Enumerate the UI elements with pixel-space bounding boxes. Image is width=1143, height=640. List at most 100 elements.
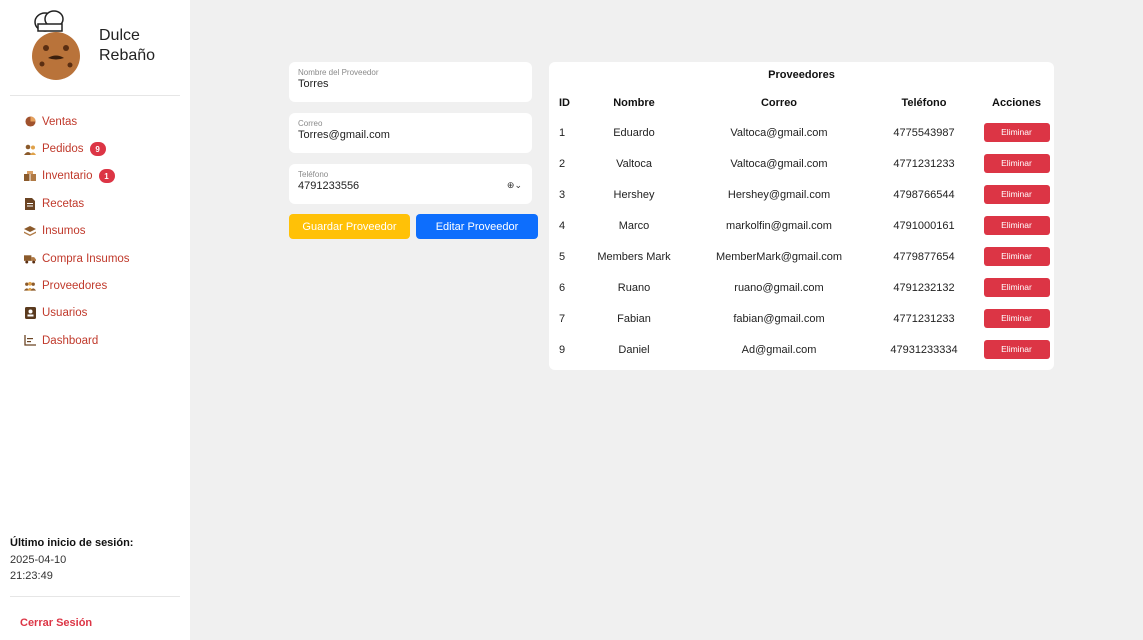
provider-phone-input[interactable] bbox=[298, 180, 498, 192]
pedidos-count-badge: 9 bbox=[89, 142, 106, 157]
cell-telefono: 4771231233 bbox=[893, 312, 955, 325]
sidebar-item-label: Pedidos bbox=[42, 143, 84, 156]
cell-nombre: Eduardo bbox=[613, 126, 655, 139]
sidebar-nav: Ventas Pedidos 9 Inventario 1 Recetas In… bbox=[24, 108, 130, 355]
cell-acciones: Eliminar bbox=[979, 117, 1054, 148]
delete-button[interactable]: Eliminar bbox=[983, 309, 1050, 328]
table-header-row: ID Nombre Correo Teléfono Acciones bbox=[549, 89, 1054, 117]
delete-button[interactable]: Eliminar bbox=[983, 123, 1050, 142]
column-header-nombre: Nombre bbox=[613, 97, 655, 109]
cell-correo: Ad@gmail.com bbox=[741, 343, 817, 356]
sidebar-item-compra-insumos[interactable]: Compra Insumos bbox=[24, 245, 130, 272]
brand-name-line1: Dulce bbox=[99, 27, 140, 44]
cell-id: 3 bbox=[559, 188, 566, 201]
cell-correo: Valtoca@gmail.com bbox=[730, 157, 828, 170]
sidebar: Dulce Rebaño Ventas Pedidos 9 Inventario… bbox=[0, 0, 190, 640]
provider-name-field[interactable]: Nombre del Proveedor bbox=[289, 62, 532, 102]
cell-telefono: 4771231233 bbox=[893, 157, 955, 170]
provider-name-label: Nombre del Proveedor bbox=[298, 68, 379, 77]
cell-id: 5 bbox=[559, 250, 566, 263]
inventario-count-badge: 1 bbox=[98, 169, 115, 184]
sidebar-item-label: Ventas bbox=[42, 115, 78, 128]
table-row: 2 Valtoca Valtoca@gmail.com 4771231233 E… bbox=[549, 148, 1054, 179]
cell-acciones: Eliminar bbox=[979, 148, 1054, 179]
document-icon bbox=[24, 197, 36, 210]
table-row: 1 Eduardo Valtoca@gmail.com 4775543987 E… bbox=[549, 117, 1054, 148]
id-card-icon bbox=[24, 307, 36, 320]
cell-telefono: 4791000161 bbox=[893, 219, 955, 232]
provider-phone-field[interactable]: Teléfono ⊕⌄ bbox=[289, 164, 532, 204]
logout-link[interactable]: Cerrar Sesión bbox=[20, 617, 92, 629]
column-header-correo: Correo bbox=[760, 97, 798, 109]
provider-email-label: Correo bbox=[298, 119, 323, 128]
sidebar-item-insumos[interactable]: Insumos bbox=[24, 218, 130, 245]
cell-telefono: 47931233334 bbox=[890, 343, 958, 356]
cell-id: 6 bbox=[559, 281, 566, 294]
brand-name-line2: Rebaño bbox=[99, 47, 156, 64]
sidebar-item-dashboard[interactable]: Dashboard bbox=[24, 327, 130, 354]
column-header-acciones: Acciones bbox=[992, 97, 1041, 109]
sidebar-item-ventas[interactable]: Ventas bbox=[24, 108, 130, 135]
column-header-telefono: Teléfono bbox=[901, 97, 947, 109]
last-login-time: 21:23:49 bbox=[10, 570, 53, 582]
sidebar-item-label: Inventario bbox=[42, 170, 93, 183]
delete-button[interactable]: Eliminar bbox=[983, 340, 1050, 359]
cell-acciones: Eliminar bbox=[979, 179, 1054, 210]
cell-telefono: 4779877654 bbox=[893, 250, 955, 263]
delete-button[interactable]: Eliminar bbox=[983, 216, 1050, 235]
sidebar-item-label: Insumos bbox=[42, 225, 86, 238]
table-row: 4 Marco markolfin@gmail.com 4791000161 E… bbox=[549, 210, 1054, 241]
cell-acciones: Eliminar bbox=[979, 241, 1054, 272]
cell-nombre: Ruano bbox=[617, 281, 651, 294]
sidebar-item-inventario[interactable]: Inventario 1 bbox=[24, 163, 130, 190]
edit-provider-button[interactable]: Editar Proveedor bbox=[416, 214, 538, 239]
people-group-icon bbox=[24, 280, 36, 292]
provider-name-input[interactable] bbox=[298, 78, 498, 90]
sidebar-item-label: Dashboard bbox=[42, 334, 99, 347]
brand-name: Dulce Rebaño bbox=[99, 26, 179, 66]
cell-id: 1 bbox=[559, 126, 566, 139]
cookie-chef-logo bbox=[32, 10, 80, 80]
cell-correo: MemberMark@gmail.com bbox=[715, 250, 843, 263]
last-login-title: Último inicio de sesión: bbox=[10, 537, 134, 549]
sidebar-item-proveedores[interactable]: Proveedores bbox=[24, 272, 130, 299]
table-row: 7 Fabian fabian@gmail.com 4771231233 Eli… bbox=[549, 303, 1054, 334]
chart-icon bbox=[24, 335, 36, 347]
sidebar-item-recetas[interactable]: Recetas bbox=[24, 190, 130, 217]
sidebar-item-pedidos[interactable]: Pedidos 9 bbox=[24, 135, 130, 162]
delete-button[interactable]: Eliminar bbox=[983, 185, 1050, 204]
cell-id: 9 bbox=[559, 343, 566, 356]
cell-nombre: Valtoca bbox=[616, 157, 652, 170]
sidebar-item-label: Proveedores bbox=[42, 280, 108, 293]
cell-telefono: 4791232132 bbox=[893, 281, 955, 294]
cell-nombre: Hershey bbox=[613, 188, 655, 201]
delete-button[interactable]: Eliminar bbox=[983, 154, 1050, 173]
delete-button[interactable]: Eliminar bbox=[983, 278, 1050, 297]
providers-table: ID Nombre Correo Teléfono Acciones 1 Edu… bbox=[549, 89, 1054, 365]
brand: Dulce Rebaño bbox=[26, 10, 186, 80]
save-provider-button[interactable]: Guardar Proveedor bbox=[289, 214, 410, 239]
layers-icon bbox=[24, 225, 36, 237]
sidebar-divider-bottom bbox=[10, 596, 180, 597]
cell-telefono: 4775543987 bbox=[893, 126, 955, 139]
country-picker-icon[interactable]: ⊕⌄ bbox=[507, 180, 522, 191]
cell-acciones: Eliminar bbox=[979, 303, 1054, 334]
provider-email-input[interactable] bbox=[298, 129, 498, 141]
truck-icon bbox=[24, 253, 36, 265]
cell-nombre: Marco bbox=[618, 219, 650, 232]
cell-nombre: Fabian bbox=[617, 312, 651, 325]
cell-acciones: Eliminar bbox=[979, 272, 1054, 303]
cell-correo: markolfin@gmail.com bbox=[726, 219, 832, 232]
cell-correo: fabian@gmail.com bbox=[733, 312, 825, 325]
cell-acciones: Eliminar bbox=[979, 334, 1054, 365]
sidebar-item-label: Recetas bbox=[42, 197, 85, 210]
sidebar-divider-top bbox=[10, 95, 180, 96]
delete-button[interactable]: Eliminar bbox=[983, 247, 1050, 266]
providers-table-card: Proveedores ID Nombre Correo Teléfono Ac… bbox=[549, 62, 1054, 370]
cell-correo: Valtoca@gmail.com bbox=[730, 126, 828, 139]
cell-nombre: Members Mark bbox=[597, 250, 671, 263]
last-login-date: 2025-04-10 bbox=[10, 554, 67, 566]
sidebar-item-usuarios[interactable]: Usuarios bbox=[24, 300, 130, 327]
provider-email-field[interactable]: Correo bbox=[289, 113, 532, 153]
column-header-id: ID bbox=[559, 97, 570, 109]
